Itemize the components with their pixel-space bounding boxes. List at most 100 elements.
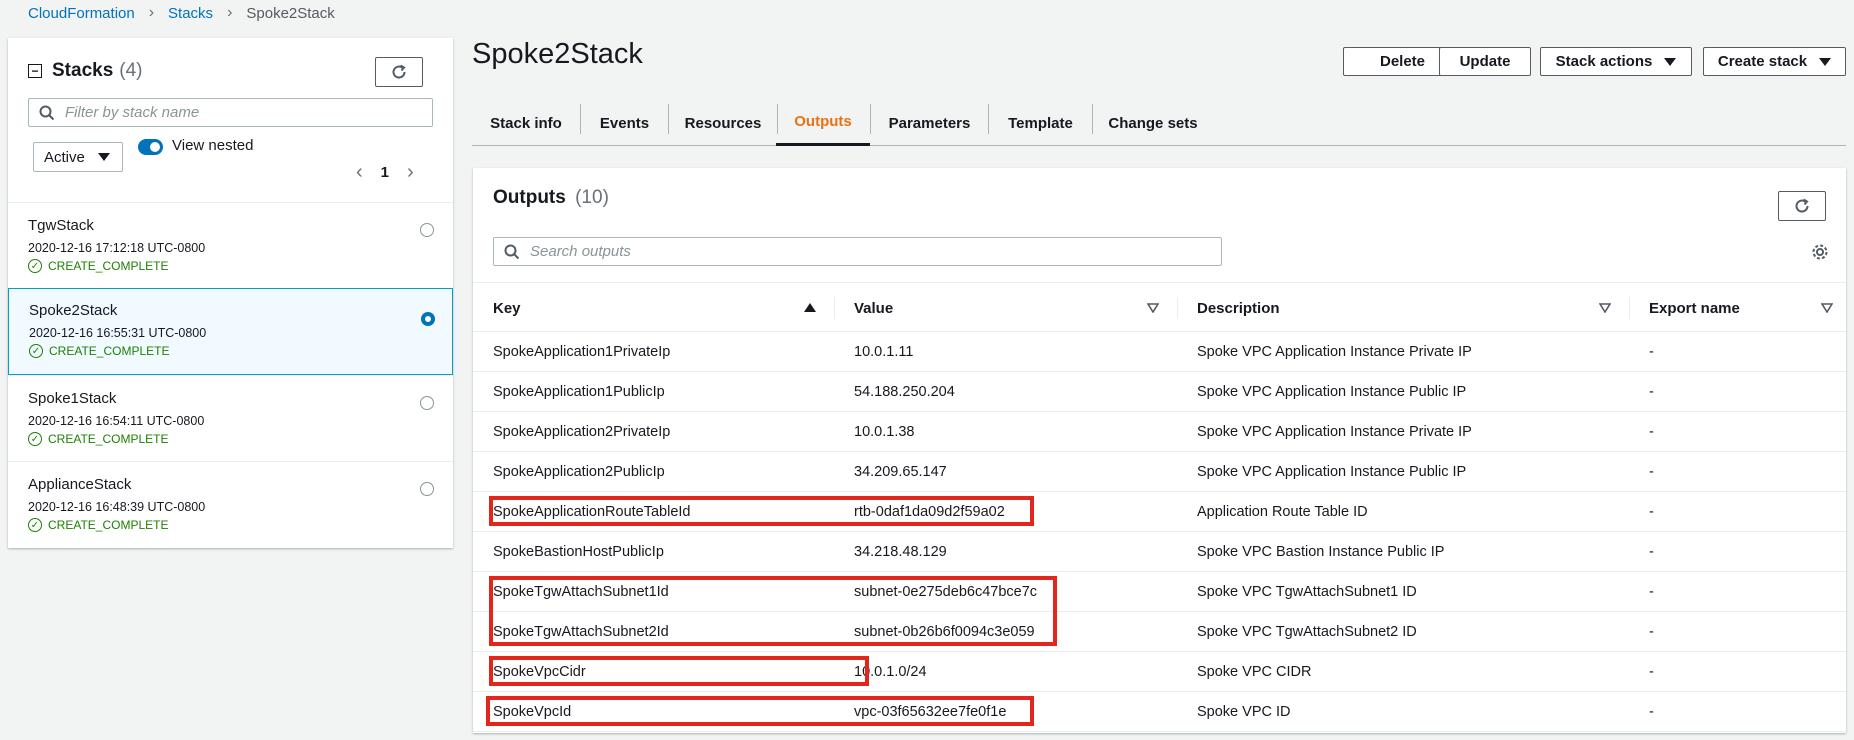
chevron-right-icon: ›: [227, 4, 233, 21]
stack-item-spoke1stack[interactable]: Spoke1Stack 2020-12-16 16:54:11 UTC-0800…: [8, 375, 453, 461]
chevron-left-icon[interactable]: ‹: [356, 161, 363, 184]
breadcrumb-cloudformation-link[interactable]: CloudFormation: [28, 5, 135, 22]
stack-radio-selected[interactable]: [421, 312, 435, 326]
column-header-export-name[interactable]: Export name: [1649, 283, 1799, 333]
check-circle-icon: ✓: [28, 259, 42, 273]
column-value-label: Value: [854, 299, 894, 317]
sort-icon[interactable]: [1599, 303, 1611, 313]
column-description-label: Description: [1197, 299, 1280, 317]
stack-name[interactable]: ApplianceStack: [28, 476, 131, 493]
stacks-refresh-button[interactable]: [375, 57, 423, 87]
output-value: 34.218.48.129: [854, 544, 947, 560]
output-export-name: -: [1649, 344, 1654, 360]
stack-item-appliancestack[interactable]: ApplianceStack 2020-12-16 16:48:39 UTC-0…: [8, 461, 453, 547]
tab-change-sets[interactable]: Change sets: [1093, 100, 1213, 146]
output-key: SpokeBastionHostPublicIp: [493, 544, 664, 560]
tab-stack-info[interactable]: Stack info: [472, 100, 580, 146]
tab-parameters[interactable]: Parameters: [871, 100, 988, 146]
create-stack-label: Create stack: [1717, 53, 1808, 70]
column-header-value[interactable]: Value: [854, 283, 1054, 333]
stack-status-text: CREATE_COMPLETE: [49, 344, 170, 358]
refresh-icon: [1795, 198, 1809, 213]
gear-icon[interactable]: [1811, 243, 1829, 266]
breadcrumb-stacks-link[interactable]: Stacks: [168, 5, 213, 22]
column-header-key[interactable]: Key: [493, 283, 753, 333]
stack-name[interactable]: TgwStack: [28, 217, 94, 234]
collapse-icon[interactable]: −: [28, 64, 42, 78]
update-button[interactable]: Update: [1439, 47, 1531, 76]
column-divider: [1177, 297, 1178, 319]
stack-filter-input[interactable]: Filter by stack name: [28, 98, 433, 127]
stack-status: ✓ CREATE_COMPLETE: [29, 344, 169, 358]
sort-ascending-icon[interactable]: [804, 303, 816, 312]
output-description: Spoke VPC Application Instance Public IP: [1197, 384, 1467, 400]
page-number[interactable]: 1: [381, 164, 389, 181]
table-row: SpokeApplication2PrivateIp 10.0.1.38 Spo…: [473, 412, 1846, 452]
tab-bar: Stack info Events Resources Outputs Para…: [472, 100, 1846, 146]
stack-date: 2020-12-16 16:48:39 UTC-0800: [28, 500, 206, 514]
view-nested-label: View nested: [172, 137, 254, 154]
output-description: Application Route Table ID: [1197, 504, 1368, 520]
output-value: 54.188.250.204: [854, 384, 955, 400]
create-stack-button[interactable]: Create stack: [1703, 47, 1846, 76]
sort-icon[interactable]: [1147, 303, 1159, 313]
tab-outputs[interactable]: Outputs: [776, 100, 870, 146]
stack-item-tgwstack[interactable]: TgwStack 2020-12-16 17:12:18 UTC-0800 ✓ …: [8, 202, 453, 288]
stack-status-text: CREATE_COMPLETE: [48, 259, 169, 273]
highlight-box: [489, 656, 869, 686]
stacks-title-text: Stacks: [52, 60, 114, 81]
highlight-box: [489, 496, 1034, 526]
stack-date: 2020-12-16 16:55:31 UTC-0800: [29, 326, 207, 340]
sort-icon[interactable]: [1821, 303, 1833, 313]
table-row: SpokeApplication1PublicIp 54.188.250.204…: [473, 372, 1846, 412]
stacks-count: (4): [119, 60, 143, 81]
outputs-table-header: Key Value Description Export name: [473, 282, 1846, 332]
output-description: Spoke VPC Application Instance Private I…: [1197, 344, 1472, 360]
check-circle-icon: ✓: [28, 518, 42, 532]
output-export-name: -: [1649, 464, 1654, 480]
outputs-refresh-button[interactable]: [1778, 191, 1826, 221]
stack-item-spoke2stack[interactable]: Spoke2Stack 2020-12-16 16:55:31 UTC-0800…: [8, 288, 453, 375]
stack-name[interactable]: Spoke2Stack: [29, 302, 117, 319]
output-description: Spoke VPC Bastion Instance Public IP: [1197, 544, 1445, 560]
view-nested-toggle[interactable]: [138, 139, 163, 155]
stack-status-text: CREATE_COMPLETE: [48, 518, 169, 532]
check-circle-icon: ✓: [29, 344, 43, 358]
stack-name[interactable]: Spoke1Stack: [28, 390, 116, 407]
output-key: SpokeApplication1PublicIp: [493, 384, 665, 400]
stack-radio[interactable]: [420, 396, 434, 410]
output-export-name: -: [1649, 544, 1654, 560]
page-title: Spoke2Stack: [472, 38, 643, 70]
output-description: Spoke VPC CIDR: [1197, 664, 1312, 680]
output-description: Spoke VPC Application Instance Public IP: [1197, 464, 1467, 480]
check-circle-icon: ✓: [28, 432, 42, 446]
tab-resources[interactable]: Resources: [669, 100, 777, 146]
output-export-name: -: [1649, 424, 1654, 440]
outputs-panel: Outputs (10) Search outputs Key Value De…: [473, 168, 1846, 733]
stack-actions-button[interactable]: Stack actions: [1540, 47, 1692, 76]
status-filter-select[interactable]: Active: [33, 142, 123, 172]
caret-down-icon: [98, 153, 110, 161]
caret-down-icon: [1819, 57, 1832, 66]
output-export-name: -: [1649, 624, 1654, 640]
output-key: SpokeApplication2PrivateIp: [493, 424, 671, 440]
chevron-right-icon[interactable]: ›: [407, 161, 414, 184]
breadcrumb-current: Spoke2Stack: [246, 4, 335, 22]
column-header-description[interactable]: Description: [1197, 283, 1497, 333]
output-export-name: -: [1649, 504, 1654, 520]
output-description: Spoke VPC TgwAttachSubnet2 ID: [1197, 624, 1417, 640]
tab-template[interactable]: Template: [989, 100, 1092, 146]
outputs-count: (10): [575, 187, 609, 208]
highlight-box: [486, 696, 1034, 726]
tab-events[interactable]: Events: [581, 100, 668, 146]
stack-radio[interactable]: [420, 223, 434, 237]
caret-down-icon: [1664, 57, 1677, 66]
output-key: SpokeApplication2PublicIp: [493, 464, 665, 480]
stack-radio[interactable]: [420, 482, 434, 496]
stack-filter-placeholder: Filter by stack name: [65, 104, 200, 121]
outputs-search-input[interactable]: Search outputs: [493, 237, 1222, 266]
table-row: SpokeApplication2PublicIp 34.209.65.147 …: [473, 452, 1846, 492]
stack-date: 2020-12-16 16:54:11 UTC-0800: [28, 414, 205, 428]
status-filter-value: Active: [44, 148, 85, 166]
output-export-name: -: [1649, 384, 1654, 400]
